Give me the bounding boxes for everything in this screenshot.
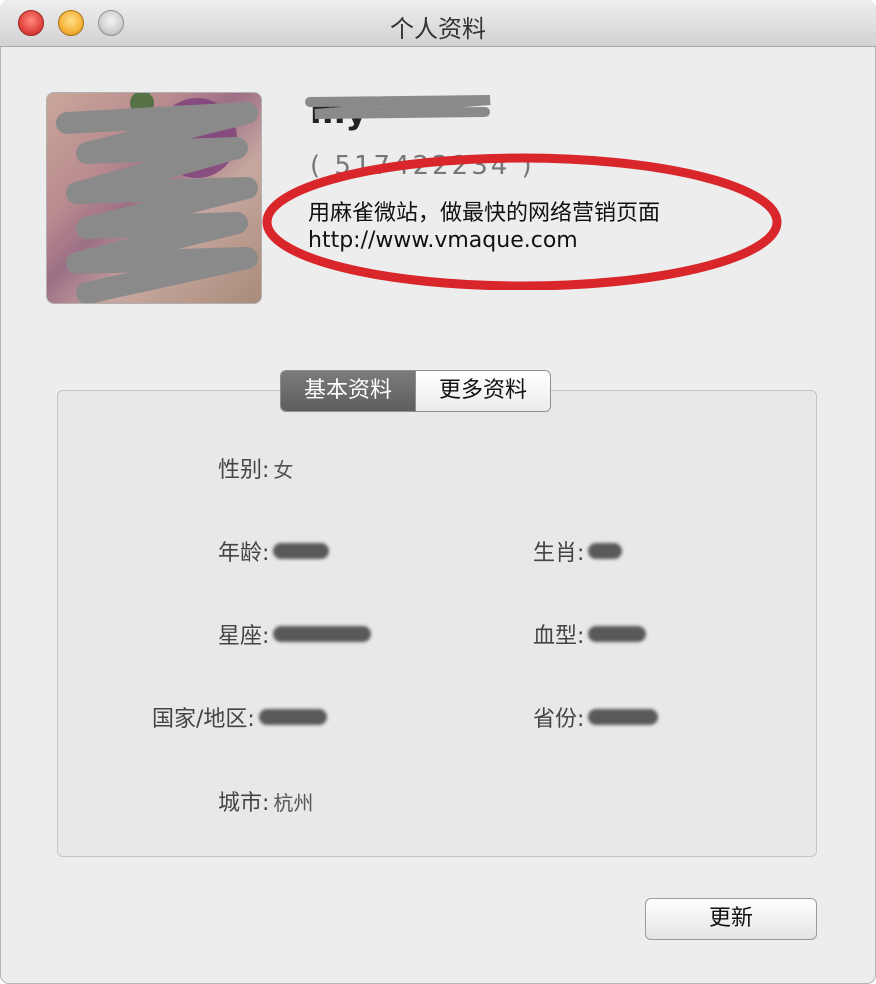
tab-bar: 基本资料 更多资料 <box>280 370 552 412</box>
info-panel <box>57 390 817 857</box>
signature-line-1: 用麻雀微站，做最快的网络营销页面 <box>308 201 661 226</box>
zodiac-label: 生肖: <box>533 541 585 566</box>
tab-basic-info[interactable]: 基本资料 <box>281 371 416 411</box>
field-constellation: 星座: <box>218 619 372 649</box>
city-label: 城市: <box>218 791 270 816</box>
age-label: 年龄: <box>218 541 270 566</box>
country-value-redacted <box>258 709 327 725</box>
nickname-scribble <box>305 95 491 119</box>
field-province: 省份: <box>533 702 659 732</box>
gender-label: 性别: <box>218 458 270 483</box>
field-country: 国家/地区: <box>152 702 327 732</box>
field-blood-type: 血型: <box>533 619 647 649</box>
age-value-redacted <box>273 543 330 559</box>
province-label: 省份: <box>533 707 585 732</box>
city-value: 杭州 <box>273 790 314 815</box>
title-bar: 个人资料 <box>0 0 876 47</box>
province-value-redacted <box>588 709 659 725</box>
profile-window: 个人资料 my ( 517422234 ) 用麻雀微站，做最快的网络营销页面 h… <box>0 0 876 984</box>
window-title: 个人资料 <box>390 15 486 43</box>
blood-type-value-redacted <box>588 626 647 642</box>
field-age: 年龄: <box>218 536 330 566</box>
zodiac-value-redacted <box>588 543 623 559</box>
avatar <box>46 92 262 304</box>
signature: 用麻雀微站，做最快的网络营销页面 http://www.vmaque.com <box>308 200 660 254</box>
constellation-label: 星座: <box>218 624 270 649</box>
country-label: 国家/地区: <box>152 707 255 732</box>
blood-type-label: 血型: <box>533 624 585 649</box>
update-button[interactable]: 更新 <box>645 898 817 940</box>
constellation-value-redacted <box>273 626 372 642</box>
signature-line-2: http://www.vmaque.com <box>308 228 578 253</box>
avatar-scribble <box>56 93 258 303</box>
field-city: 城市: 杭州 <box>218 786 314 817</box>
field-gender: 性别: 女 <box>218 453 294 484</box>
gender-value: 女 <box>273 457 294 482</box>
field-zodiac: 生肖: <box>533 536 623 566</box>
tab-more-info[interactable]: 更多资料 <box>415 371 551 411</box>
